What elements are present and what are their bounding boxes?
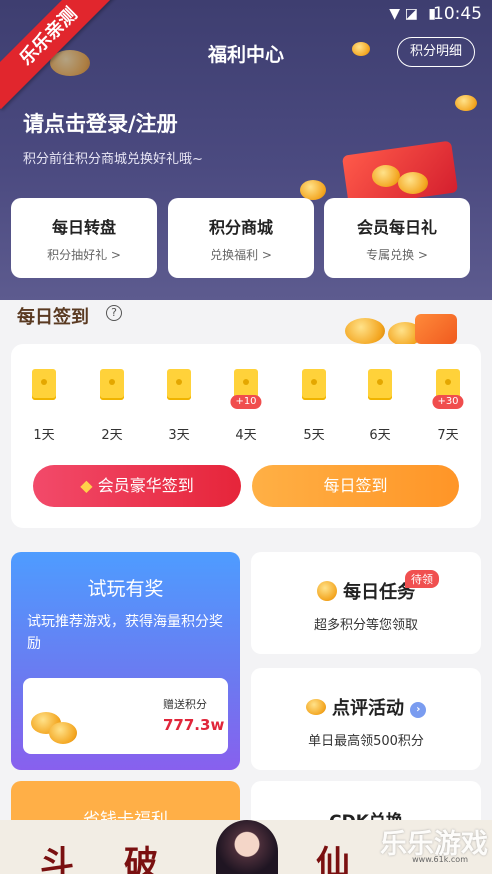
sign-day-3: 3天: [162, 369, 196, 443]
red-envelope-icon: [32, 369, 56, 400]
help-icon[interactable]: ?: [106, 305, 122, 321]
coin-icon: [398, 172, 428, 194]
sign-day-7: +30 7天: [431, 369, 465, 443]
card-title: 会员每日礼: [356, 218, 437, 237]
day-label: 3天: [168, 428, 190, 443]
daily-task-title: 每日任务: [251, 578, 481, 604]
card-title: 每日转盘: [51, 218, 116, 237]
yen-coin-icon: [316, 581, 337, 601]
daily-task-card[interactable]: 每日任务 待领 超多积分等您领取: [251, 552, 481, 654]
day-label: 7天: [437, 428, 459, 443]
day-label: 1天: [33, 428, 55, 443]
status-time: 10:45: [433, 4, 482, 24]
card-subtitle: 积分抽好礼 >: [47, 248, 121, 262]
coin-stack-icon: [305, 699, 326, 715]
card-subtitle: 兑换福利 >: [210, 248, 272, 262]
day-label: 4天: [235, 428, 257, 443]
daily-task-sub: 超多积分等您领取: [313, 618, 418, 633]
login-subtitle: 积分前往积分商城兑换好礼哦~: [23, 152, 203, 167]
review-activity-card[interactable]: 点评活动 › 单日最高领500积分: [251, 668, 481, 770]
wifi-icon: ▼: [389, 6, 400, 22]
sign-day-4: +10 4天: [229, 369, 263, 443]
watermark-url: www.61k.com: [412, 855, 468, 864]
day-label: 6天: [369, 428, 391, 443]
arrow-right-icon: ›: [410, 702, 427, 718]
day-label: 2天: [101, 428, 123, 443]
trial-title: 试玩有奖: [87, 578, 164, 600]
card-title: 积分商城: [208, 218, 273, 237]
daily-wheel-card[interactable]: 每日转盘 积分抽好礼 >: [11, 198, 157, 278]
card-subtitle: 专属兑换 >: [366, 248, 428, 262]
bonus-points-box: 赠送积分 777.3w: [23, 678, 228, 754]
signal-icon: ◪: [404, 6, 418, 22]
vip-sign-label: 会员豪华签到: [97, 476, 194, 495]
gift-points-label: 赠送积分: [163, 698, 207, 711]
day-label: 5天: [303, 428, 325, 443]
sign-day-2: 2天: [95, 369, 129, 443]
red-envelope-icon: [415, 314, 457, 344]
coin-icon: [300, 180, 326, 200]
red-envelope-icon: [167, 369, 191, 400]
coin-icon: [49, 722, 77, 744]
sign-day-1: 1天: [27, 369, 61, 443]
bonus-badge: +30: [432, 395, 464, 409]
points-detail-button[interactable]: 积分明细: [396, 37, 475, 67]
sign-in-title: 每日签到: [17, 307, 89, 328]
banner-char: 仙: [316, 844, 350, 874]
bonus-badge: +10: [230, 395, 262, 409]
daily-sign-button[interactable]: 每日签到: [252, 465, 459, 507]
trial-desc: 试玩推荐游戏，获得海量积分奖励: [27, 614, 223, 652]
coin-icon: [372, 165, 400, 187]
trial-reward-card[interactable]: 试玩有奖 试玩推荐游戏，获得海量积分奖励 赠送积分 777.3w: [11, 552, 240, 770]
character-portrait: [216, 820, 278, 874]
red-envelope-icon: [100, 369, 124, 400]
diamond-icon: ◆: [80, 476, 93, 495]
coin-icon: [455, 95, 477, 111]
banner-char: 斗: [40, 844, 74, 874]
vip-deluxe-sign-button[interactable]: ◆ 会员豪华签到: [33, 465, 241, 507]
sign-day-6: 6天: [363, 369, 397, 443]
points-mall-card[interactable]: 积分商城 兑换福利 >: [168, 198, 314, 278]
pending-tag: 待领: [405, 570, 439, 588]
sign-day-5: 5天: [297, 369, 331, 443]
coin-icon: [352, 42, 370, 56]
login-register-link[interactable]: 请点击登录/注册: [23, 108, 178, 138]
banner-char: 破: [124, 844, 158, 874]
review-sub: 单日最高领500积分: [308, 734, 424, 749]
gift-points-value: 777.3w: [163, 716, 225, 734]
vip-daily-gift-card[interactable]: 会员每日礼 专属兑换 >: [324, 198, 470, 278]
coin-icon: [345, 318, 385, 344]
red-envelope-icon: [302, 369, 326, 400]
red-envelope-icon: [368, 369, 392, 400]
review-label: 点评活动: [332, 698, 404, 719]
review-title: 点评活动 ›: [251, 694, 481, 720]
sign-in-card: 1天 2天 3天 +10 4天 5天 6天 +30 7天 ◆ 会员豪华签到 每日…: [11, 344, 481, 528]
